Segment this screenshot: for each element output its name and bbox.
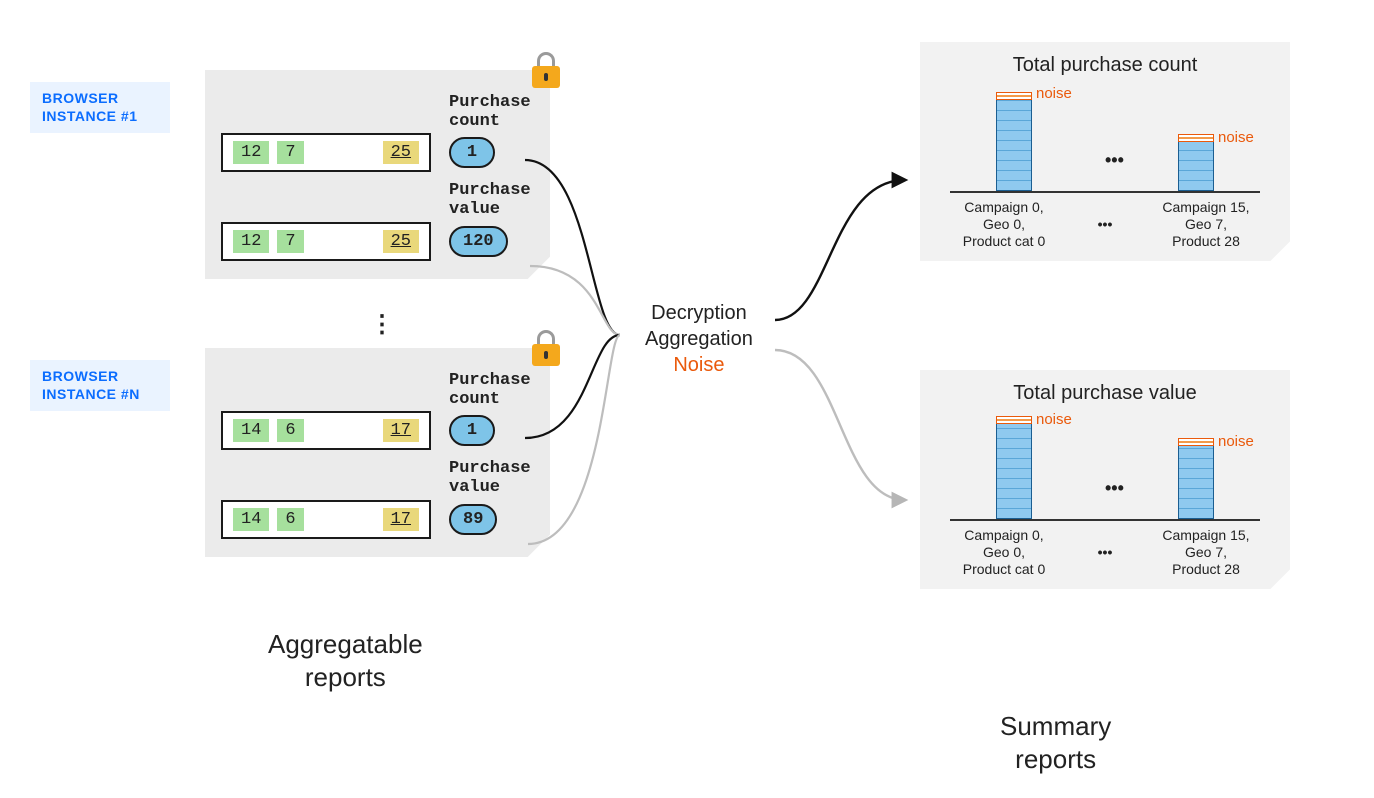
- key-chip: 25: [383, 141, 419, 164]
- report-row: 12 7 25 120: [221, 222, 534, 261]
- purchase-value-label: Purchase value: [449, 460, 534, 497]
- key-box: 14 6 17: [221, 411, 431, 450]
- summary-chart: noise ••• noise: [950, 413, 1260, 521]
- lock-icon: [532, 330, 560, 366]
- lock-icon: [532, 52, 560, 88]
- key-box: 12 7 25: [221, 133, 431, 172]
- report-row: 12 7 25 1: [221, 133, 534, 172]
- key-box: 12 7 25: [221, 222, 431, 261]
- chart-bar: [996, 423, 1032, 519]
- noise-label: noise: [1218, 129, 1254, 146]
- key-chip: 17: [383, 419, 419, 442]
- key-chip: 14: [233, 419, 269, 442]
- chart-bar: [1178, 445, 1214, 519]
- summary-title: Total purchase count: [944, 54, 1266, 77]
- count-value-pill: 1: [449, 137, 495, 168]
- key-chip: 7: [277, 230, 303, 253]
- report-row: 14 6 17 89: [221, 500, 534, 539]
- axis-label: Campaign 15, Geo 7, Product 28: [1146, 527, 1266, 577]
- axis-labels: Campaign 0, Geo 0, Product cat 0 ••• Cam…: [944, 199, 1266, 249]
- browser-instance-1-label: BROWSER INSTANCE #1: [30, 82, 170, 133]
- process-noise: Noise: [645, 352, 753, 378]
- purchase-count-label: Purchase count: [449, 372, 534, 409]
- key-chip: 7: [277, 141, 303, 164]
- process-labels: Decryption Aggregation Noise: [645, 300, 753, 378]
- summary-report-value: Total purchase value noise ••• noise Cam…: [920, 370, 1290, 589]
- chart-ellipsis: •••: [1105, 150, 1124, 171]
- aggregatable-report-1: Purchase count 12 7 25 1 Purchase value …: [205, 70, 550, 279]
- count-value-pill: 1: [449, 415, 495, 446]
- noise-label: noise: [1218, 433, 1254, 450]
- summary-reports-caption: Summary reports: [1000, 710, 1111, 775]
- axis-label: Campaign 15, Geo 7, Product 28: [1146, 199, 1266, 249]
- axis-label: Campaign 0, Geo 0, Product cat 0: [944, 199, 1064, 249]
- axis-labels: Campaign 0, Geo 0, Product cat 0 ••• Cam…: [944, 527, 1266, 577]
- value-value-pill: 89: [449, 504, 497, 535]
- key-chip: 17: [383, 508, 419, 531]
- value-value-pill: 120: [449, 226, 508, 257]
- purchase-count-label: Purchase count: [449, 94, 534, 131]
- aggregatable-report-n: Purchase count 14 6 17 1 Purchase value …: [205, 348, 550, 557]
- noise-label: noise: [1036, 85, 1072, 102]
- key-chip: 6: [277, 508, 303, 531]
- key-chip: 12: [233, 141, 269, 164]
- process-decryption: Decryption: [645, 300, 753, 326]
- purchase-value-label: Purchase value: [449, 182, 534, 219]
- key-chip: 14: [233, 508, 269, 531]
- chart-bar: [1178, 141, 1214, 191]
- key-box: 14 6 17: [221, 500, 431, 539]
- noise-label: noise: [1036, 411, 1072, 428]
- summary-report-count: Total purchase count noise ••• noise Cam…: [920, 42, 1290, 261]
- vertical-ellipsis: ⋮: [370, 310, 396, 339]
- chart-ellipsis: •••: [1105, 478, 1124, 499]
- key-chip: 25: [383, 230, 419, 253]
- chart-bar: [996, 99, 1032, 191]
- aggregatable-reports-caption: Aggregatable reports: [268, 628, 423, 693]
- report-row: 14 6 17 1: [221, 411, 534, 450]
- summary-chart: noise ••• noise: [950, 85, 1260, 193]
- key-chip: 6: [277, 419, 303, 442]
- axis-ellipsis: •••: [1090, 544, 1120, 561]
- process-aggregation: Aggregation: [645, 326, 753, 352]
- axis-label: Campaign 0, Geo 0, Product cat 0: [944, 527, 1064, 577]
- axis-ellipsis: •••: [1090, 216, 1120, 233]
- summary-title: Total purchase value: [944, 382, 1266, 405]
- browser-instance-n-label: BROWSER INSTANCE #N: [30, 360, 170, 411]
- key-chip: 12: [233, 230, 269, 253]
